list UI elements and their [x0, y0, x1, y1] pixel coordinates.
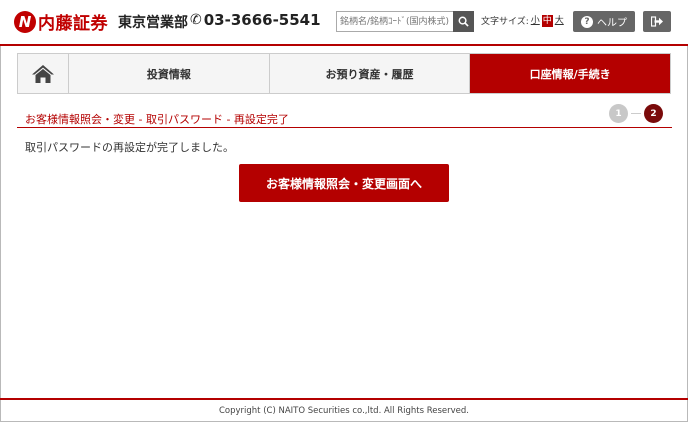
- tab-account-procedures[interactable]: 口座情報/手続き: [470, 54, 671, 93]
- logout-button[interactable]: [643, 11, 671, 32]
- home-icon: [32, 64, 54, 83]
- font-size-medium[interactable]: 中: [541, 14, 553, 27]
- logo[interactable]: N 内藤証券: [14, 9, 108, 34]
- main-nav: 投資情報 お預り資産・履歴 口座情報/手続き: [17, 53, 671, 94]
- search-icon: [458, 16, 469, 27]
- phone-icon: ✆: [190, 12, 202, 28]
- step-2: 2: [644, 104, 663, 123]
- font-size-small[interactable]: 小: [530, 15, 541, 27]
- phone-number: 03-3666-5541: [203, 11, 321, 29]
- customer-info-button[interactable]: お客様情報照会・変更画面へ: [239, 164, 449, 202]
- page-title: お客様情報照会・変更 - 取引パスワード - 再設定完了: [25, 113, 289, 126]
- help-icon: ?: [581, 15, 593, 28]
- help-label: ヘルプ: [597, 18, 627, 29]
- font-size-label: 文字サイズ:: [481, 17, 529, 27]
- phone-number-block: ✆ 03-3666-5541: [190, 11, 321, 29]
- tab-assets-history[interactable]: お預り資産・履歴: [270, 54, 471, 93]
- logout-icon: [651, 16, 663, 27]
- footer-copyright: Copyright (C) NAITO Securities co.,ltd. …: [218, 406, 469, 416]
- site-header: N 内藤証券 東京営業部 ✆ 03-3666-5541 文字サイズ: 小 中 大…: [0, 0, 688, 46]
- step-connector: [631, 113, 641, 114]
- title-divider: [17, 127, 672, 128]
- nav-home[interactable]: [18, 54, 69, 93]
- branch-name: 東京営業部: [118, 15, 188, 31]
- completion-message: 取引パスワードの再設定が完了しました。: [25, 141, 234, 154]
- font-size-large[interactable]: 大: [554, 15, 565, 27]
- step-1: 1: [609, 104, 628, 123]
- search-form: [336, 11, 474, 32]
- tab-investment-info[interactable]: 投資情報: [69, 54, 270, 93]
- step-indicator: 1 2: [609, 104, 663, 123]
- search-button[interactable]: [453, 11, 474, 32]
- font-size-selector: 文字サイズ: 小 中 大: [481, 14, 565, 27]
- help-button[interactable]: ? ヘルプ: [573, 11, 635, 32]
- logo-mark: N: [14, 10, 36, 33]
- logo-text: 内藤証券: [38, 14, 108, 34]
- search-input[interactable]: [336, 11, 453, 32]
